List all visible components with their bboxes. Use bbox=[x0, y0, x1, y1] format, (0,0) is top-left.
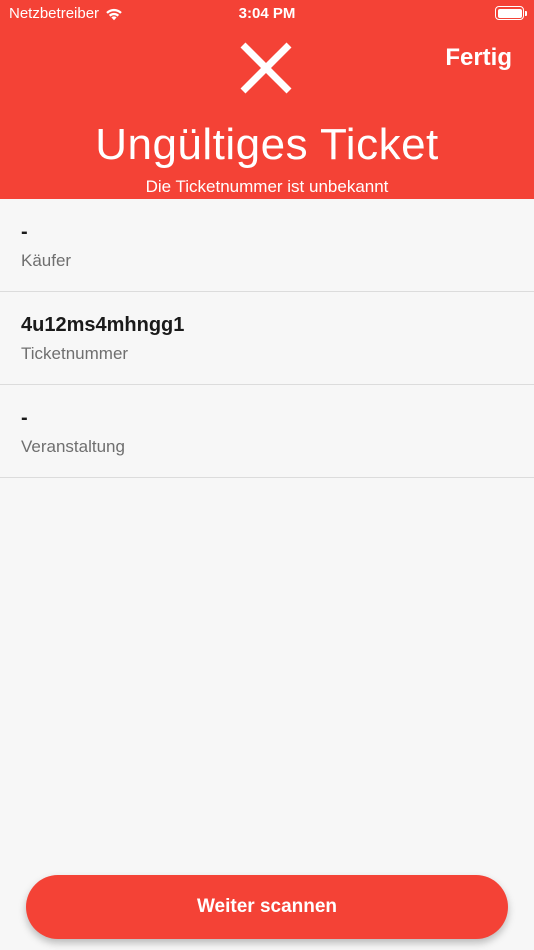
event-value: - bbox=[21, 407, 28, 429]
detail-row-event: - Veranstaltung bbox=[0, 385, 534, 478]
status-bar: Netzbetreiber 3:04 PM bbox=[0, 0, 534, 28]
done-button[interactable]: Fertig bbox=[445, 44, 512, 72]
event-label: Veranstaltung bbox=[21, 437, 125, 456]
ticket-number-label: Ticketnummer bbox=[21, 344, 129, 363]
page-subtitle: Die Ticketnummer ist unbekannt bbox=[145, 177, 389, 196]
detail-row-ticket-number: 4u12ms4mhngg1 Ticketnummer bbox=[0, 292, 534, 385]
battery-level bbox=[497, 8, 522, 18]
page-title: Ungültiges Ticket bbox=[95, 120, 439, 169]
battery-icon bbox=[495, 6, 527, 20]
buyer-label: Käufer bbox=[21, 251, 72, 270]
status-time: 3:04 PM bbox=[238, 5, 296, 22]
buyer-value: - bbox=[21, 221, 28, 243]
ticket-details-list: - Käufer 4u12ms4mhngg1 Ticketnummer - Ve… bbox=[0, 199, 534, 478]
continue-scanning-label: Weiter scannen bbox=[196, 896, 338, 917]
detail-row-buyer: - Käufer bbox=[0, 199, 534, 292]
continue-scanning-button[interactable]: Weiter scannen bbox=[26, 875, 508, 939]
ticket-number-value: 4u12ms4mhngg1 bbox=[21, 314, 185, 336]
result-header: Netzbetreiber 3:04 PM Fertig Ungültiges … bbox=[0, 0, 534, 199]
close-icon bbox=[240, 42, 292, 94]
